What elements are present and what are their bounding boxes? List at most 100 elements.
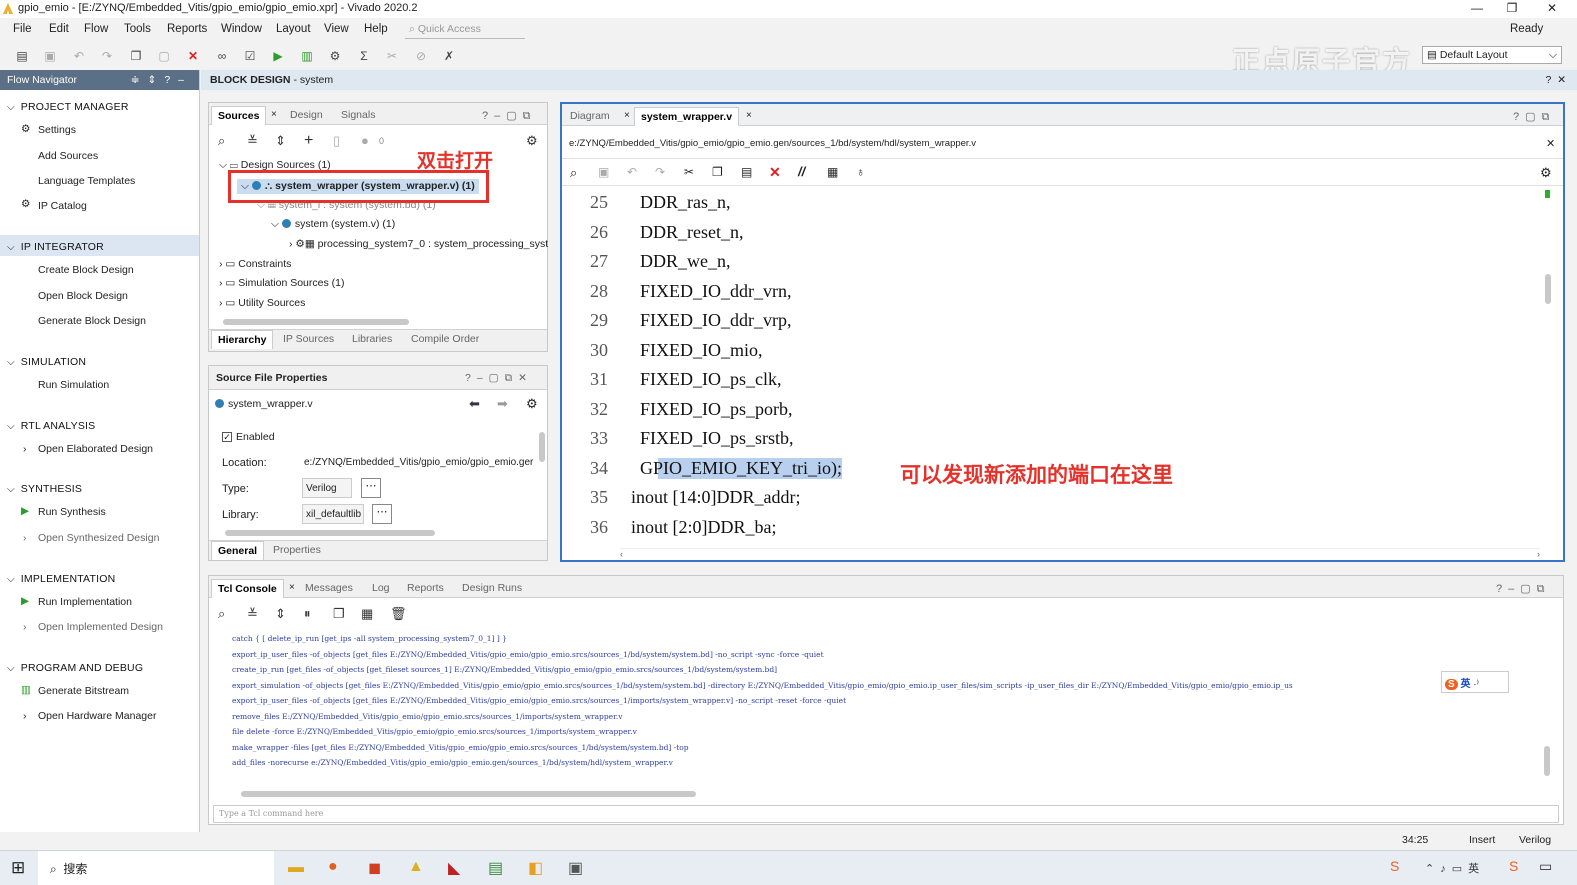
- lightbulb-icon[interactable]: ♁: [856, 165, 865, 179]
- section-implementation[interactable]: IMPLEMENTATION: [7, 573, 115, 585]
- panel-controls[interactable]: ?▢⧉: [1513, 110, 1555, 124]
- panel-controls[interactable]: ?–▢⧉: [482, 109, 536, 123]
- help-close-icons[interactable]: ? ✕: [1546, 74, 1566, 86]
- sogou-tray-icon-2[interactable]: S: [1509, 858, 1518, 874]
- run-icon[interactable]: ▶: [271, 49, 285, 63]
- tab-messages[interactable]: Messages: [299, 579, 359, 598]
- nav-open-implemented-design[interactable]: › Open Implemented Design: [23, 621, 163, 633]
- tab-ip-sources[interactable]: IP Sources: [277, 330, 340, 349]
- collapse-all-icon[interactable]: ≚: [247, 133, 258, 149]
- open-project-icon[interactable]: ▤: [15, 49, 29, 63]
- section-synthesis[interactable]: SYNTHESIS: [7, 483, 82, 495]
- nav-ip-catalog[interactable]: ⚙ IP Catalog: [21, 198, 87, 212]
- file-explorer-icon[interactable]: ▬: [288, 859, 304, 877]
- tab-general[interactable]: General: [211, 541, 265, 560]
- menu-layout[interactable]: Layout: [276, 23, 311, 35]
- tab-libraries[interactable]: Libraries: [346, 330, 398, 349]
- save-icon[interactable]: ▣: [43, 49, 57, 63]
- bitstream-icon[interactable]: ▥: [300, 49, 314, 63]
- horizontal-scrollbar[interactable]: [241, 791, 696, 797]
- tree-constraints[interactable]: › ▭ Constraints: [219, 258, 291, 270]
- table-icon[interactable]: ▦: [827, 165, 838, 179]
- type-browse-button[interactable]: ⋯: [361, 478, 381, 498]
- nav-open-synthesized-design[interactable]: › Open Synthesized Design: [23, 532, 159, 544]
- vertical-scrollbar[interactable]: [1545, 274, 1551, 304]
- horizontal-scrollbar[interactable]: [223, 319, 409, 325]
- sogou-tray-icon[interactable]: S: [1390, 858, 1399, 874]
- undo-icon[interactable]: ↶: [627, 165, 637, 179]
- copy-icon[interactable]: ❐: [712, 165, 723, 179]
- horizontal-scrollbar[interactable]: [225, 530, 435, 536]
- binoculars-icon[interactable]: ∞: [215, 49, 229, 63]
- menu-file[interactable]: File: [13, 23, 32, 35]
- tree-system-v[interactable]: ⌵ system (system.v) (1): [271, 218, 395, 231]
- tray-icons[interactable]: ⌃♪▭英: [1425, 860, 1485, 876]
- vertical-scrollbar[interactable]: [1544, 746, 1550, 776]
- type-field[interactable]: Verilog: [302, 478, 352, 498]
- tree-simulation-sources[interactable]: › ▭ Simulation Sources (1): [219, 277, 344, 289]
- nav-run-simulation[interactable]: Run Simulation: [38, 379, 109, 391]
- nav-generate-bitstream[interactable]: ▥ Generate Bitstream: [21, 684, 129, 697]
- tab-signals[interactable]: Signals: [335, 106, 381, 125]
- nav-open-elaborated-design[interactable]: › Open Elaborated Design: [23, 443, 153, 455]
- matlab-icon[interactable]: ◣: [448, 858, 460, 878]
- tree-utility-sources[interactable]: › ▭ Utility Sources: [219, 297, 305, 309]
- collapse-all-icon[interactable]: ≚: [247, 606, 258, 622]
- paste-icon[interactable]: ▢: [157, 49, 171, 63]
- tab-log[interactable]: Log: [366, 579, 396, 598]
- menu-reports[interactable]: Reports: [167, 23, 207, 35]
- disabled-edit-icon[interactable]: ⊘: [414, 49, 428, 63]
- enabled-checkbox[interactable]: ✓ Enabled: [222, 431, 275, 443]
- taskbar-search[interactable]: ⌕ 搜索: [38, 851, 274, 885]
- panel-controls[interactable]: ?–▢⧉: [1496, 582, 1550, 596]
- vertical-scrollbar[interactable]: [539, 432, 545, 462]
- menu-flow[interactable]: Flow: [84, 23, 108, 35]
- windows-start-icon[interactable]: ⊞: [11, 858, 25, 878]
- section-program-and-debug[interactable]: PROGRAM AND DEBUG: [7, 662, 143, 674]
- redo-icon[interactable]: ↷: [655, 165, 665, 179]
- back-arrow-icon[interactable]: ⬅: [469, 396, 480, 412]
- notification-icon[interactable]: ▭: [1539, 858, 1552, 875]
- menu-view[interactable]: View: [324, 23, 349, 35]
- horizontal-scrollbar[interactable]: ‹ ›: [620, 548, 1540, 559]
- gear-icon[interactable]: ⚙: [526, 396, 538, 412]
- nav-settings[interactable]: ⚙ Settings: [21, 123, 76, 136]
- tab-sources[interactable]: Sources: [211, 106, 267, 125]
- pause-icon[interactable]: ⏸: [304, 606, 311, 622]
- menu-edit[interactable]: Edit: [49, 23, 69, 35]
- tab-design-runs[interactable]: Design Runs: [456, 579, 528, 598]
- gear-icon[interactable]: ⚙: [526, 133, 538, 149]
- section-rtl-analysis[interactable]: RTL ANALYSIS: [7, 420, 95, 432]
- close-icon[interactable]: ×: [624, 110, 630, 121]
- search-icon[interactable]: ⌕: [218, 133, 225, 149]
- library-browse-button[interactable]: ⋯: [372, 504, 392, 524]
- nav-create-block-design[interactable]: Create Block Design: [38, 264, 134, 276]
- copy-icon[interactable]: ❐: [129, 49, 143, 63]
- close-window-button[interactable]: ✕: [1537, 0, 1567, 18]
- section-simulation[interactable]: SIMULATION: [7, 356, 86, 368]
- menu-help[interactable]: Help: [364, 23, 388, 35]
- section-project-manager[interactable]: PROJECT MANAGER: [7, 101, 129, 113]
- nav-language-templates[interactable]: Language Templates: [38, 175, 135, 187]
- close-icon[interactable]: ×: [289, 582, 295, 593]
- disabled-tool-icon[interactable]: ✂: [385, 49, 399, 63]
- nav-run-implementation[interactable]: ▶ Run Implementation: [21, 595, 132, 608]
- code-area[interactable]: 25 DDR_ras_n, 26 DDR_reset_n, 27 DDR_we_n,…: [562, 188, 1547, 548]
- tab-hierarchy[interactable]: Hierarchy: [211, 330, 274, 349]
- expand-all-icon[interactable]: ⇕: [275, 606, 286, 622]
- wand-icon[interactable]: ✗: [442, 49, 456, 63]
- tab-system-wrapper[interactable]: system_wrapper.v: [634, 107, 740, 126]
- tree-processing-system[interactable]: › ⚙▦ processing_system7_0 : system_proce…: [289, 238, 548, 250]
- add-icon[interactable]: +: [304, 132, 313, 150]
- minimize-button[interactable]: —: [1462, 0, 1492, 18]
- tab-reports[interactable]: Reports: [401, 579, 450, 598]
- tab-properties[interactable]: Properties: [267, 541, 327, 560]
- gear-icon[interactable]: ⚙: [1540, 165, 1552, 181]
- delete-icon[interactable]: ✕: [769, 164, 781, 181]
- tcl-command-input[interactable]: Type a Tcl command here: [213, 805, 1559, 823]
- panel-controls[interactable]: ?–▢⧉✕: [465, 372, 533, 385]
- nav-run-synthesis[interactable]: ▶ Run Synthesis: [21, 505, 106, 518]
- cut-icon[interactable]: ✂: [684, 165, 694, 179]
- powerpoint-icon[interactable]: ◼: [368, 858, 381, 878]
- terminal-icon[interactable]: ▣: [568, 858, 583, 878]
